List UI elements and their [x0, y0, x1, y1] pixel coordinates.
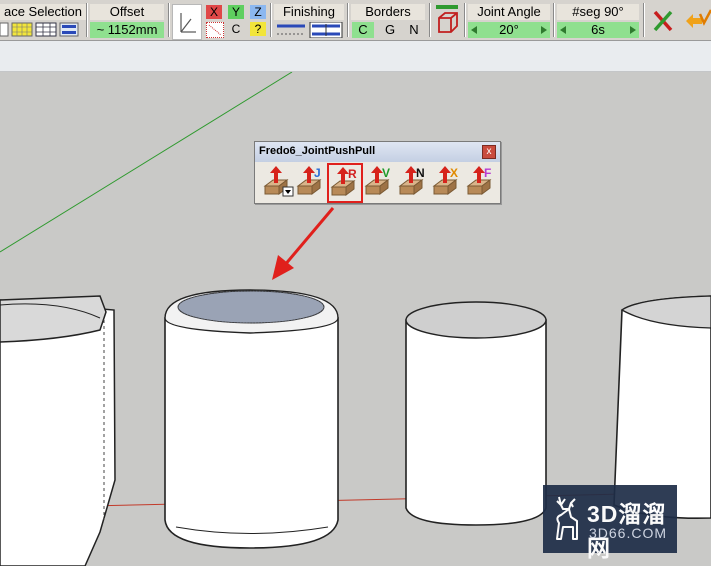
borders-section: Borders C G N [351, 4, 425, 38]
jpp-j-button[interactable]: J [295, 164, 325, 198]
palette-title: Fredo6_JointPushPull [259, 145, 376, 157]
push-pull-f-icon: F [466, 166, 492, 195]
offset-section: Offset ~ 1152mm [90, 4, 164, 38]
segments-label: #seg 90° [557, 4, 639, 20]
axes-section: X Y Z C ? [172, 4, 267, 40]
jpp-x-button[interactable]: X [431, 164, 461, 198]
offset-value[interactable]: ~ 1152mm [90, 22, 164, 38]
joint-push-pull-palette[interactable]: Fredo6_JointPushPull x J R V N X F [254, 141, 501, 204]
push-pull-j-icon: J [296, 166, 322, 195]
face-selection-label: ace Selection [0, 4, 86, 20]
joint-angle-decrease-icon[interactable] [470, 25, 478, 35]
toolbar-dock-area [0, 41, 711, 72]
jpp-r-button[interactable]: R [327, 163, 363, 203]
validate-icon [686, 9, 711, 28]
cylinder-1 [0, 295, 116, 566]
jpp-n-letter: N [416, 166, 425, 180]
cancel-button[interactable] [650, 4, 676, 38]
axis-c-button[interactable]: C [228, 22, 244, 36]
jpp-r-letter: R [348, 167, 357, 181]
axis-angle-icon [180, 13, 196, 33]
borders-n-button[interactable]: N [403, 22, 425, 38]
push-pull-r-icon: R [330, 167, 357, 196]
axis-selector-button[interactable] [172, 4, 202, 40]
borders-label: Borders [351, 4, 425, 20]
axis-y-button[interactable]: Y [228, 5, 244, 19]
borders-c-button[interactable]: C [352, 22, 374, 38]
green-axis-line [0, 72, 293, 253]
segments-section: #seg 90° 6s [557, 4, 639, 38]
joint-angle-value[interactable]: 20° [468, 22, 550, 38]
segments-increase-icon[interactable] [629, 25, 637, 35]
axis-free-button[interactable] [206, 22, 224, 38]
face-selection-options[interactable] [0, 22, 86, 38]
joint-angle-label: Joint Angle [468, 4, 550, 20]
annotation-arrow [272, 207, 335, 280]
cylinder-2 [164, 289, 339, 549]
push-pull-n-icon: N [398, 166, 425, 195]
cylinder-3 [405, 301, 547, 526]
palette-close-button[interactable]: x [482, 145, 496, 159]
dotted-cross-icon [208, 24, 222, 36]
push-pull-x-icon: X [432, 166, 458, 195]
push-pull-v-icon: V [364, 166, 390, 195]
borders-g-button[interactable]: G [379, 22, 401, 38]
palette-title-bar[interactable]: Fredo6_JointPushPull x [255, 142, 500, 162]
finishing-section: Finishing [274, 4, 344, 38]
segments-decrease-icon[interactable] [559, 25, 567, 35]
validate-button[interactable] [682, 4, 711, 38]
axis-help-button[interactable]: ? [250, 22, 266, 36]
jpp-f-button[interactable]: F [465, 164, 495, 198]
segments-value[interactable]: 6s [557, 22, 639, 38]
volume-button[interactable] [433, 4, 461, 38]
push-pull-default-icon [263, 166, 294, 197]
joint-angle-increase-icon[interactable] [540, 25, 548, 35]
plugin-toolbar: ace Selection Offset ~ 1152mm X Y Z C ? … [0, 0, 711, 41]
face-selection-section: ace Selection [0, 4, 86, 38]
cube-icon [436, 5, 458, 33]
finishing-options[interactable] [274, 22, 344, 38]
axis-x-button[interactable]: X [206, 5, 222, 19]
finishing-label: Finishing [274, 4, 344, 20]
watermark-logo: 3D溜溜网 3D66.COM [543, 485, 677, 561]
joint-angle-section: Joint Angle 20° [468, 4, 550, 38]
deer-icon [556, 496, 578, 540]
jpp-f-letter: F [484, 166, 491, 180]
axis-z-button[interactable]: Z [250, 5, 266, 19]
jpp-x-letter: X [450, 166, 458, 180]
jpp-v-button[interactable]: V [363, 164, 393, 198]
jpp-j-letter: J [314, 166, 321, 180]
jpp-n-button[interactable]: N [397, 164, 427, 198]
jpp-v-letter: V [382, 166, 390, 180]
cancel-icon [653, 10, 673, 32]
jpp-default-button[interactable] [261, 164, 294, 198]
offset-label: Offset [90, 4, 164, 20]
watermark-domain: 3D66.COM [589, 525, 668, 541]
